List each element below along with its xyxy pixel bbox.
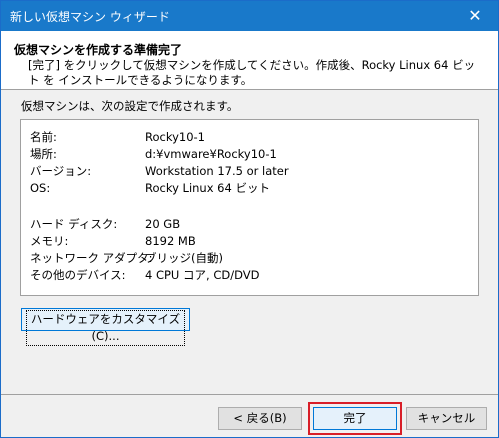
summary-label: 名前: bbox=[30, 130, 57, 144]
summary-label: メモリ: bbox=[30, 234, 69, 248]
customize-hardware-button[interactable]: ハードウェアをカスタマイズ(C)... bbox=[21, 308, 190, 346]
summary-value: d:¥vmware¥Rocky10-1 bbox=[145, 147, 277, 161]
summary-label: OS: bbox=[30, 181, 51, 195]
summary-value: Rocky Linux 64 ビット bbox=[145, 181, 270, 195]
title-bar: 新しい仮想マシン ウィザード ✕ bbox=[1, 1, 498, 31]
cancel-button[interactable]: キャンセル bbox=[406, 407, 487, 430]
wizard-window: 新しい仮想マシン ウィザード ✕ 仮想マシンを作成する準備完了 [完了] をクリ… bbox=[0, 0, 499, 438]
summary-value: Workstation 17.5 or later bbox=[145, 164, 289, 178]
window-title: 新しい仮想マシン ウィザード bbox=[10, 10, 170, 24]
intro-text: 仮想マシンは、次の設定で作成されます。 bbox=[21, 99, 239, 113]
summary-value: 4 CPU コア, CD/DVD bbox=[145, 268, 260, 282]
summary-value: Rocky10-1 bbox=[145, 130, 205, 144]
summary-value: ブリッジ(自動) bbox=[145, 251, 223, 265]
summary-label: ハード ディスク: bbox=[30, 217, 118, 231]
header-description: [完了] をクリックして仮想マシンを作成してください。作成後、Rocky Lin… bbox=[28, 58, 476, 87]
summary-label: ネットワーク アダプタ: bbox=[30, 251, 153, 265]
summary-label: その他のデバイス: bbox=[30, 268, 126, 282]
close-icon[interactable]: ✕ bbox=[452, 1, 498, 31]
summary-label: 場所: bbox=[30, 147, 57, 161]
summary-value: 8192 MB bbox=[145, 234, 196, 248]
footer-divider bbox=[1, 394, 498, 395]
summary-label: バージョン: bbox=[30, 164, 92, 178]
settings-summary: 名前: Rocky10-1 場所: d:¥vmware¥Rocky10-1 バー… bbox=[20, 119, 479, 296]
finish-highlight bbox=[308, 402, 402, 435]
summary-value: 20 GB bbox=[145, 217, 181, 231]
back-button[interactable]: < 戻る(B) bbox=[218, 407, 302, 430]
wizard-header: 仮想マシンを作成する準備完了 [完了] をクリックして仮想マシンを作成してくださ… bbox=[1, 31, 498, 90]
header-title: 仮想マシンを作成する準備完了 bbox=[14, 43, 183, 57]
customize-hardware-label: ハードウェアをカスタマイズ(C)... bbox=[26, 310, 185, 346]
